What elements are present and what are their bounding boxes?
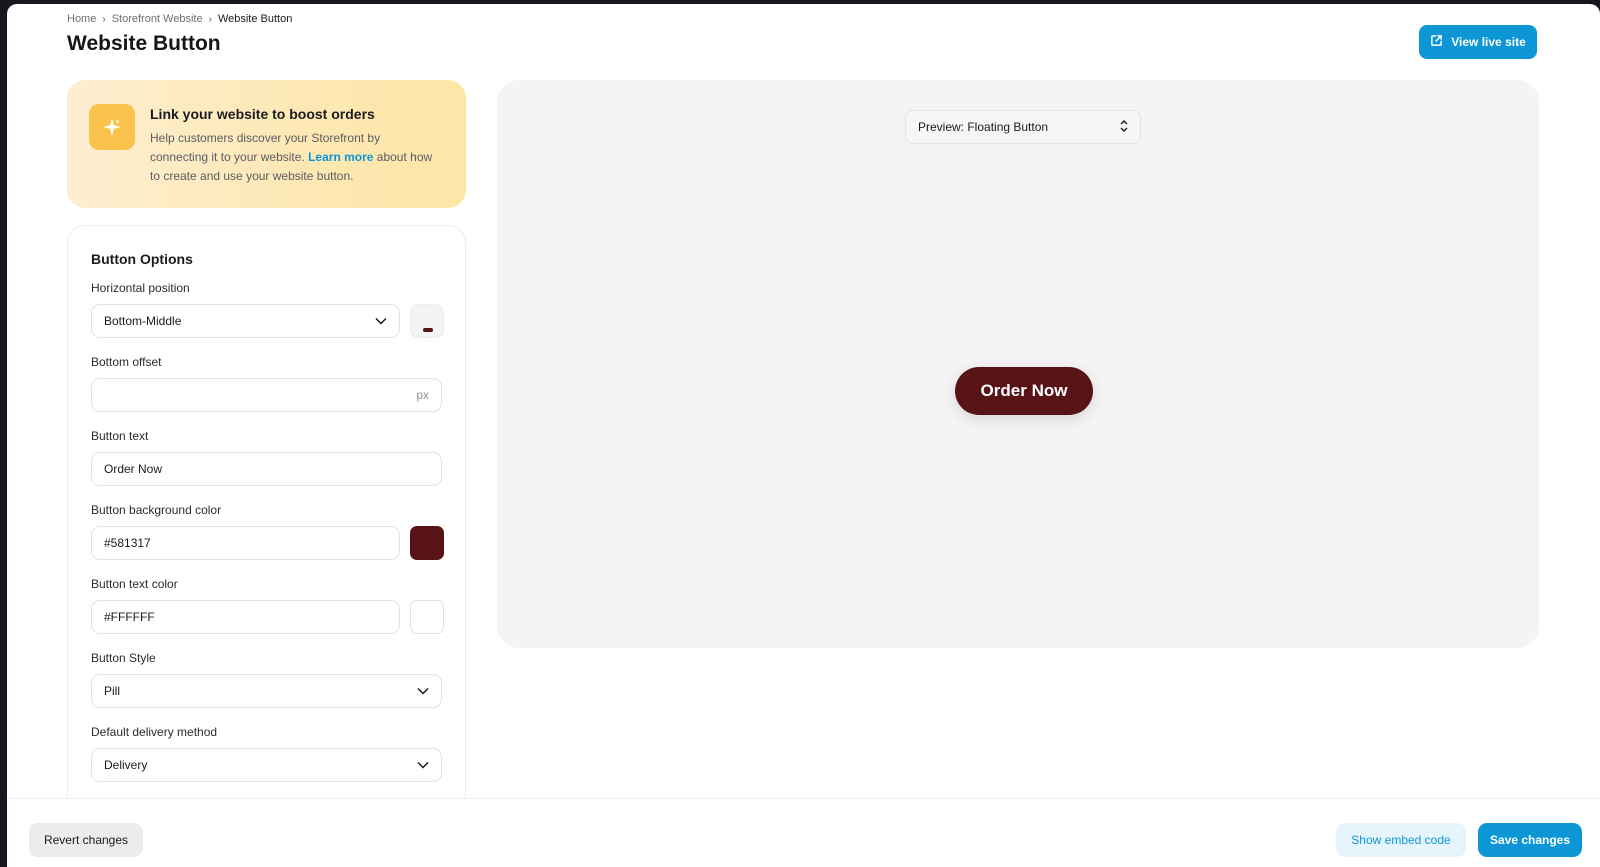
sparkle-icon [89, 104, 135, 150]
bottom-offset-label: Bottom offset [91, 355, 162, 369]
preview-panel: Preview: Floating Button Order Now [497, 80, 1539, 648]
chevron-up-down-icon [1120, 119, 1128, 135]
chevron-down-icon [375, 314, 387, 328]
breadcrumb-storefront[interactable]: Storefront Website [112, 13, 203, 25]
app-window: Home › Storefront Website › Website Butt… [7, 4, 1600, 867]
position-indicator [423, 328, 433, 332]
preview-mode-select[interactable]: Preview: Floating Button [905, 110, 1141, 144]
px-unit: px [416, 388, 429, 402]
button-style-value: Pill [104, 684, 121, 698]
bg-color-value: #581317 [104, 536, 151, 550]
bg-color-swatch[interactable] [410, 526, 444, 560]
chevron-right-icon: › [208, 13, 212, 25]
page-title: Website Button [67, 32, 221, 55]
delivery-method-label: Default delivery method [91, 725, 218, 739]
text-color-input[interactable]: #FFFFFF [91, 600, 400, 634]
button-text-label: Button text [91, 429, 149, 443]
text-color-swatch[interactable] [410, 600, 444, 634]
learn-more-link[interactable]: Learn more [308, 150, 373, 164]
breadcrumb: Home › Storefront Website › Website Butt… [67, 13, 292, 25]
breadcrumb-current: Website Button [217, 13, 293, 25]
delivery-method-select[interactable]: Delivery [91, 748, 442, 782]
promo-body: Help customers discover your Storefront … [150, 129, 440, 186]
button-style-label: Button Style [91, 651, 156, 665]
chevron-down-icon [417, 684, 429, 698]
options-title: Button Options [91, 251, 193, 267]
position-preview-icon [410, 304, 444, 338]
chevron-down-icon [417, 758, 429, 772]
button-style-select[interactable]: Pill [91, 674, 442, 708]
horizontal-position-select[interactable]: Bottom-Middle [91, 304, 400, 338]
breadcrumb-home[interactable]: Home [67, 13, 96, 25]
button-text-value: Order Now [104, 462, 163, 476]
button-options-panel: Button Options Horizontal position Botto… [67, 225, 466, 825]
horizontal-position-label: Horizontal position [91, 281, 190, 295]
footer-bar: Revert changes Show embed code Save chan… [7, 798, 1600, 867]
external-link-icon [1430, 34, 1443, 50]
order-now-preview-button[interactable]: Order Now [955, 367, 1093, 415]
horizontal-position-value: Bottom-Middle [104, 314, 182, 328]
bg-color-input[interactable]: #581317 [91, 526, 400, 560]
bg-color-label: Button background color [91, 503, 222, 517]
promo-card: Link your website to boost orders Help c… [67, 80, 466, 208]
text-color-label: Button text color [91, 577, 178, 591]
revert-changes-button[interactable]: Revert changes [29, 823, 143, 857]
text-color-value: #FFFFFF [104, 610, 155, 624]
chevron-right-icon: › [102, 13, 106, 25]
view-live-site-label: View live site [1451, 35, 1526, 49]
preview-mode-value: Preview: Floating Button [918, 120, 1049, 134]
button-text-input[interactable]: Order Now [91, 452, 442, 486]
view-live-site-button[interactable]: View live site [1419, 25, 1537, 59]
save-changes-button[interactable]: Save changes [1478, 823, 1582, 857]
show-embed-code-button[interactable]: Show embed code [1336, 823, 1466, 857]
promo-title: Link your website to boost orders [150, 106, 375, 122]
delivery-method-value: Delivery [104, 758, 148, 772]
bottom-offset-input[interactable]: px [91, 378, 442, 412]
